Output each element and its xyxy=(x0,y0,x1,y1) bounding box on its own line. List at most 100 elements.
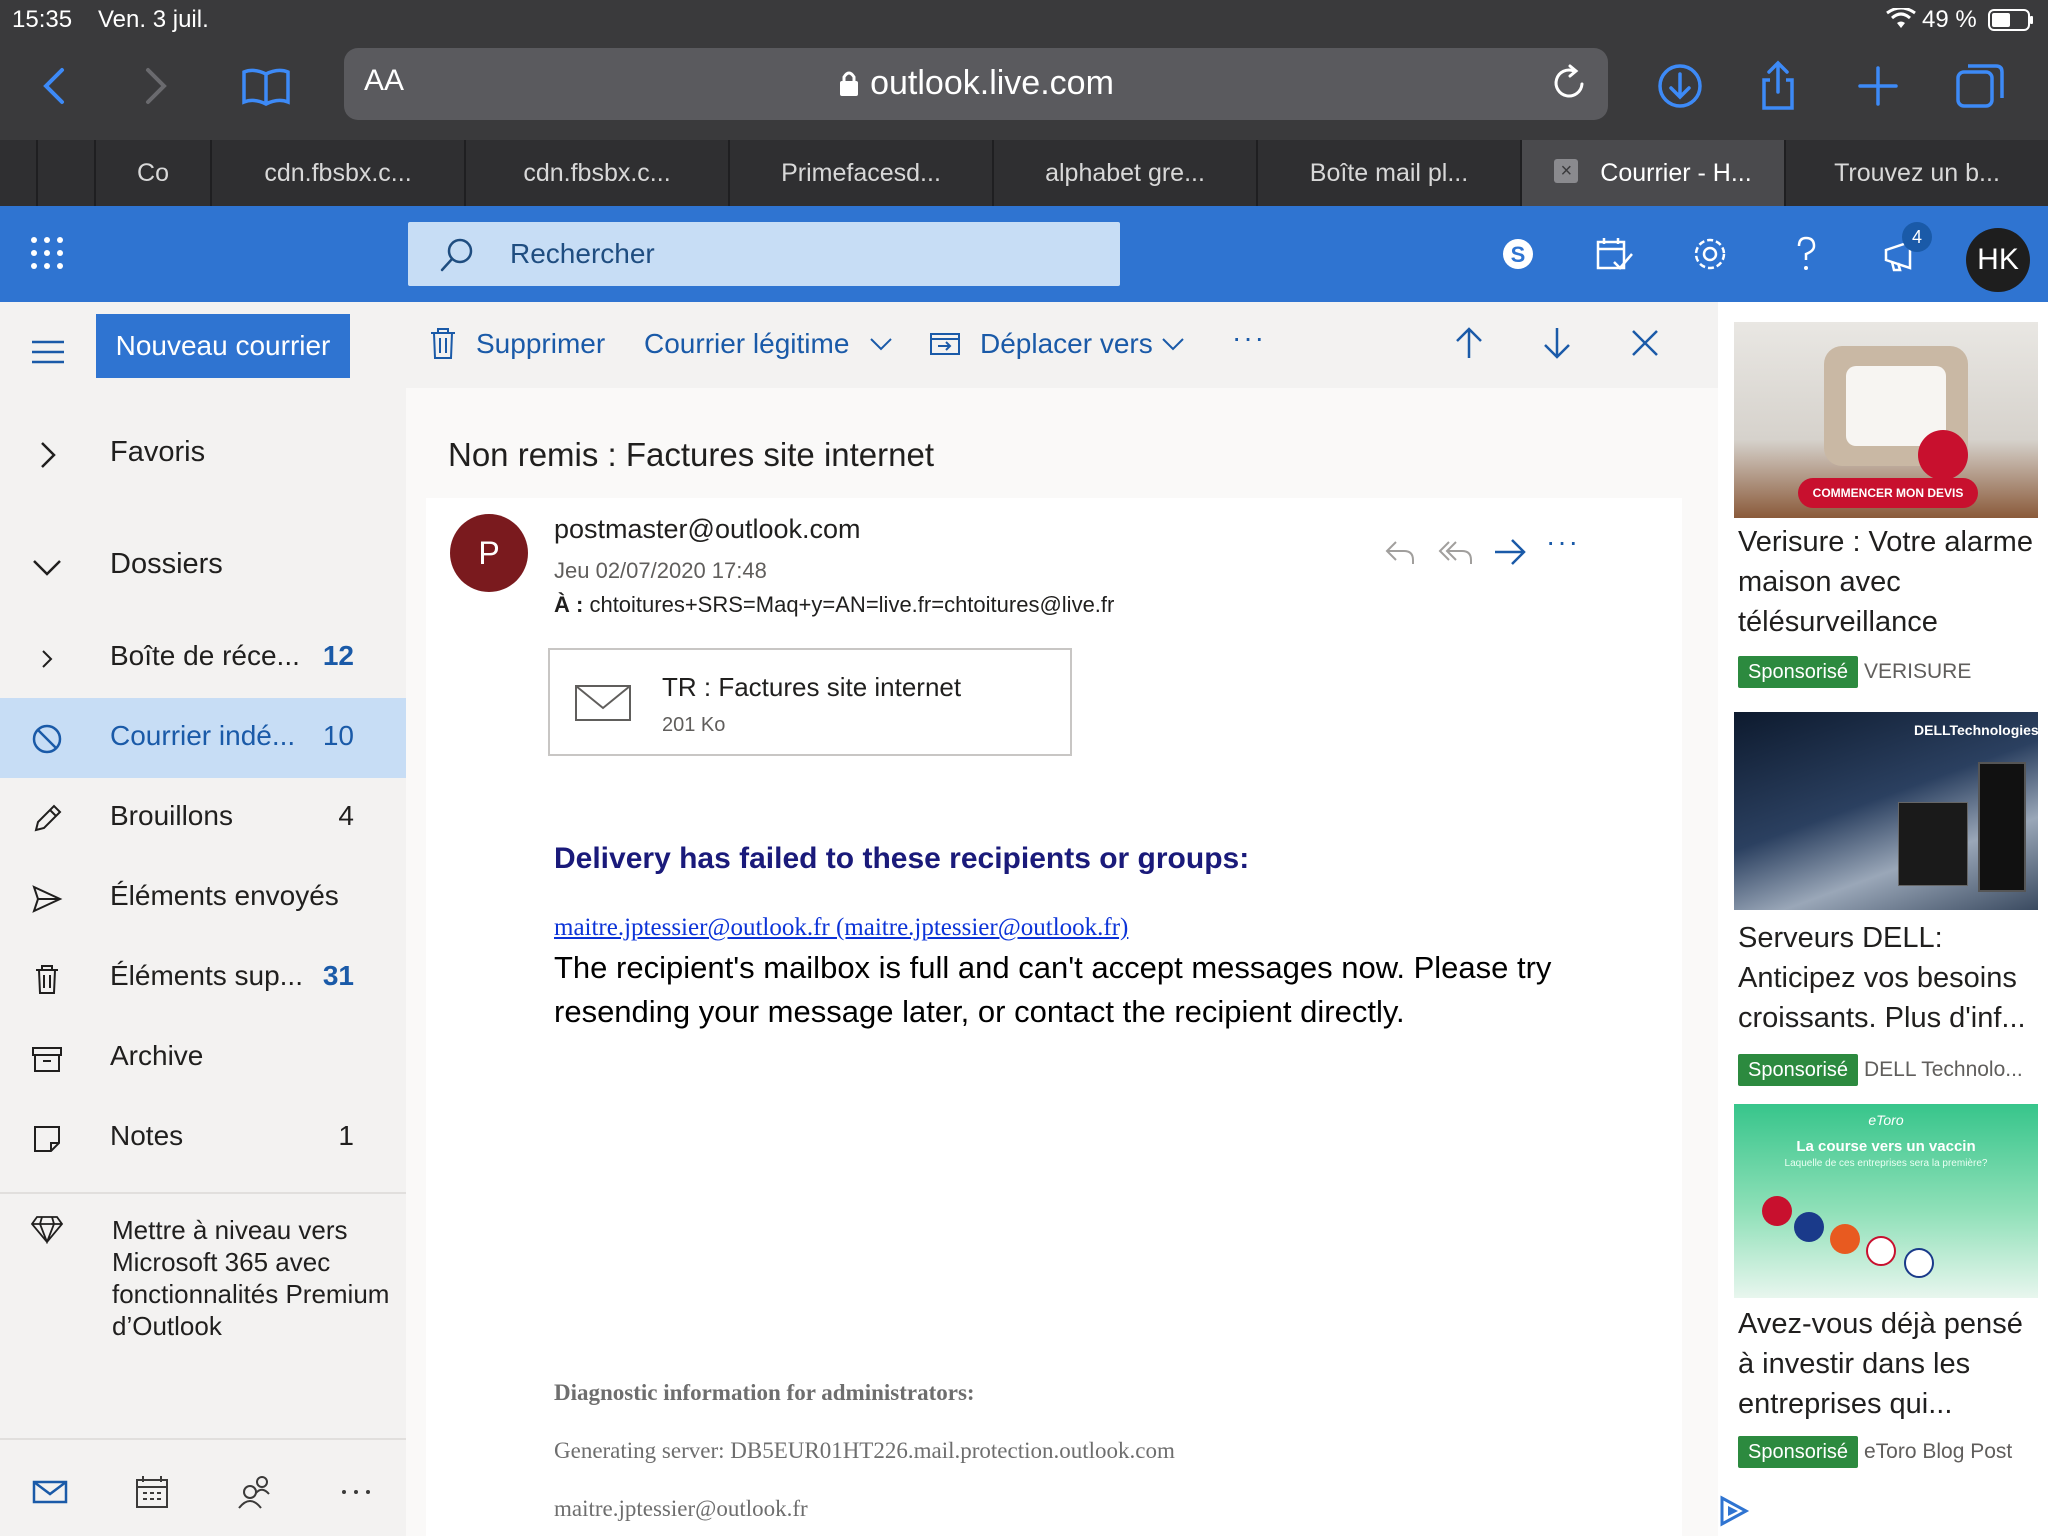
tab-item[interactable]: cdn.fbsbx.c... xyxy=(464,140,728,206)
tab-item[interactable]: Co xyxy=(94,140,210,206)
sidebar-item-archive[interactable]: Archive xyxy=(0,1018,406,1098)
my-day-calendar-icon[interactable] xyxy=(1592,232,1636,276)
adchoices-icon[interactable] xyxy=(1716,1494,1750,1528)
people-icon[interactable] xyxy=(236,1474,272,1510)
chevron-down-icon[interactable] xyxy=(864,326,898,360)
wifi-icon xyxy=(1886,6,1916,30)
share-icon[interactable] xyxy=(1748,56,1808,116)
tab-label: Boîte mail pl... xyxy=(1309,159,1469,187)
ad-image-alarm: COMMENCER MON DEVIS xyxy=(1734,322,2038,518)
chevron-down-icon[interactable] xyxy=(1156,326,1190,360)
move-to-button[interactable]: Déplacer vers xyxy=(980,328,1153,360)
sender-address[interactable]: postmaster@outlook.com xyxy=(554,514,861,545)
next-message-arrow-down-icon[interactable] xyxy=(1540,326,1574,360)
url-host: outlook.live.com xyxy=(870,64,1114,102)
sender-avatar[interactable]: P xyxy=(450,514,528,592)
reading-pane: Non remis : Factures site internet P pos… xyxy=(406,388,1718,1536)
sidebar-item-drafts[interactable]: Brouillons 4 xyxy=(0,778,406,858)
folder-label: Notes xyxy=(110,1120,184,1151)
hamburger-menu-icon[interactable] xyxy=(30,338,66,366)
ad-brand: eToro Blog Post xyxy=(1864,1440,2013,1463)
tab-item[interactable] xyxy=(36,140,94,206)
diagnostic-heading: Diagnostic information for administrator… xyxy=(554,1380,975,1405)
mail-icon[interactable] xyxy=(32,1474,68,1510)
ad-title: Serveurs DELL: Anticipez vos besoins cro… xyxy=(1738,922,2026,1034)
sidebar-item-inbox[interactable]: Boîte de réce... 12 xyxy=(0,618,406,698)
attachment-name: TR : Factures site internet xyxy=(662,672,962,702)
new-tab-plus-icon[interactable] xyxy=(1848,56,1908,116)
tabs-overview-icon[interactable] xyxy=(1950,56,2010,116)
attachment-card[interactable]: TR : Factures site internet 201 Ko xyxy=(548,648,1072,756)
lock-icon xyxy=(838,67,860,96)
new-mail-button[interactable]: Nouveau courrier xyxy=(96,314,350,378)
message-more-button[interactable]: ··· xyxy=(1546,526,1580,558)
reply-icon[interactable] xyxy=(1382,534,1418,570)
ad-card-etoro[interactable]: eToro La course vers un vaccin Laquelle … xyxy=(1734,1104,2038,1484)
forward-arrow-icon[interactable] xyxy=(1492,534,1528,570)
tab-item[interactable]: Boîte mail pl... xyxy=(1256,140,1520,206)
forward-chevron-icon[interactable] xyxy=(124,56,184,116)
folder-label: Éléments sup... xyxy=(110,960,303,991)
not-junk-button[interactable]: Courrier légitime xyxy=(644,328,849,360)
back-chevron-icon[interactable] xyxy=(26,56,86,116)
divider xyxy=(0,1192,406,1194)
ball-icon xyxy=(1762,1196,1792,1226)
calendar-icon[interactable] xyxy=(134,1474,170,1510)
ad-brand: VERISURE xyxy=(1864,660,1972,683)
more-apps-icon[interactable] xyxy=(338,1474,374,1510)
tab-label: Trouvez un b... xyxy=(1834,159,2000,187)
failed-recipient-link[interactable]: maitre.jptessier@outlook.fr (maitre.jpte… xyxy=(554,914,1128,942)
chevron-down-icon xyxy=(30,550,64,584)
search-box[interactable]: Rechercher xyxy=(408,222,1120,286)
address-bar[interactable]: AA outlook.live.com xyxy=(344,48,1608,120)
sidebar-item-sent[interactable]: Éléments envoyés xyxy=(0,858,406,938)
blocked-icon xyxy=(30,722,64,756)
reload-icon[interactable] xyxy=(1546,60,1592,106)
message-card: P postmaster@outlook.com Jeu 02/07/2020 … xyxy=(426,498,1682,1536)
app-launcher-icon[interactable] xyxy=(30,236,64,270)
folder-pane: Nouveau courrier Favoris Dossiers Boîte … xyxy=(0,302,406,1536)
ad-subheadline: Laquelle de ces entreprises sera la prem… xyxy=(1784,1158,1988,1169)
ad-image-servers: DELLTechnologies xyxy=(1734,712,2038,910)
ad-title: Avez-vous déjà pensé à investir dans les… xyxy=(1738,1308,2023,1420)
settings-gear-icon[interactable] xyxy=(1688,232,1732,276)
sponsored-badge: Sponsorisé xyxy=(1738,1054,1859,1086)
help-question-icon[interactable] xyxy=(1784,232,1828,276)
tab-item-active[interactable]: × Courrier - H... xyxy=(1520,140,1784,206)
ad-brand: DELL Technolo... xyxy=(1864,1058,2023,1081)
folder-label: Courrier indé... xyxy=(110,720,296,751)
sidebar-item-deleted[interactable]: Éléments sup... 31 xyxy=(0,938,406,1018)
item-count: 1 xyxy=(338,1120,354,1151)
delete-button[interactable]: Supprimer xyxy=(476,328,605,360)
sidebar-item-notes[interactable]: Notes 1 xyxy=(0,1098,406,1178)
svg-text:S: S xyxy=(1511,242,1526,267)
tab-item[interactable]: cdn.fbsbx.c... xyxy=(210,140,464,206)
note-icon xyxy=(30,1122,64,1156)
recipient-address[interactable]: chtoitures+SRS=Maq+y=AN=live.fr=chtoitur… xyxy=(589,592,1114,617)
tab-label: cdn.fbsbx.c... xyxy=(264,159,412,187)
tab-item[interactable]: Primefacesd... xyxy=(728,140,992,206)
skype-icon[interactable]: S xyxy=(1496,232,1540,276)
tab-item[interactable]: alphabet gre... xyxy=(992,140,1256,206)
user-avatar[interactable]: HK xyxy=(1966,228,2030,292)
reply-all-icon[interactable] xyxy=(1438,534,1474,570)
command-bar: Supprimer Courrier légitime Déplacer ver… xyxy=(406,302,1718,388)
previous-message-arrow-up-icon[interactable] xyxy=(1452,326,1486,360)
sidebar-item-junk[interactable]: Courrier indé... 10 xyxy=(0,698,406,778)
ad-card-dell[interactable]: DELLTechnologies Serveurs DELL: Anticipe… xyxy=(1734,712,2038,1092)
close-icon[interactable] xyxy=(1628,326,1662,360)
tab-item[interactable]: Trouvez un b... xyxy=(1784,140,2048,206)
ad-headline: La course vers un vaccin xyxy=(1796,1138,1976,1155)
favorites-toggle[interactable]: Favoris xyxy=(0,414,406,494)
status-date: Ven. 3 juil. xyxy=(98,6,209,33)
ad-card-verisure[interactable]: COMMENCER MON DEVIS Verisure : Votre ala… xyxy=(1734,322,2038,688)
bookmarks-icon[interactable] xyxy=(236,56,296,116)
download-icon[interactable] xyxy=(1650,56,1710,116)
close-tab-icon[interactable]: × xyxy=(1554,159,1579,184)
folders-toggle[interactable]: Dossiers xyxy=(0,526,406,606)
search-input[interactable]: Rechercher xyxy=(510,238,655,270)
folder-label: Brouillons xyxy=(110,800,233,831)
more-actions-button[interactable]: ··· xyxy=(1232,322,1266,354)
ad-title: Verisure : Votre alarme maison avec télé… xyxy=(1738,526,2033,638)
ball-icon xyxy=(1830,1224,1860,1254)
